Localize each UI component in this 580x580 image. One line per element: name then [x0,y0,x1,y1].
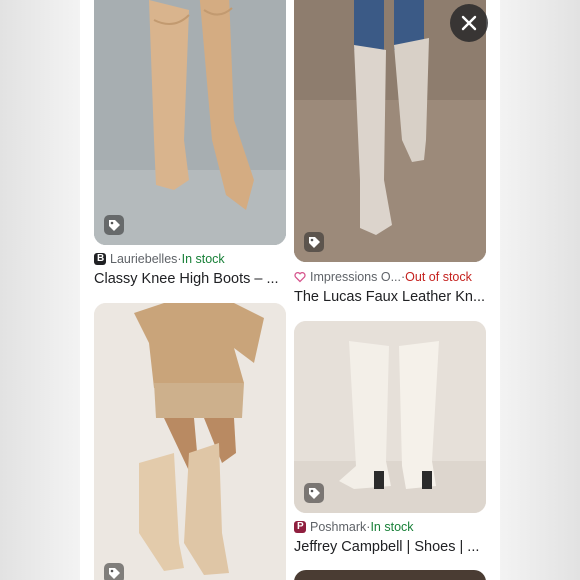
source-line: P Poshmark · In stock [294,520,414,534]
stock-status: In stock [181,252,225,266]
price-tag-icon [304,483,324,503]
price-tag-icon [304,232,324,252]
poshmark-logo-icon: P [294,521,306,533]
close-icon [461,15,477,31]
price-tag-icon [104,563,124,580]
product-image[interactable] [94,0,286,245]
product-title[interactable]: Classy Knee High Boots – ... [94,271,286,287]
source-line: Impressions O... · Out of stock [294,270,472,284]
results-grid: B Lauriebelles · In stock Classy Knee Hi… [80,0,500,580]
source-name[interactable]: Lauriebelles [110,252,177,266]
product-image[interactable] [294,570,486,580]
source-line: B Lauriebelles · In stock [94,252,225,266]
product-image[interactable] [294,0,486,262]
source-name[interactable]: Poshmark [310,520,366,534]
product-image[interactable] [94,303,286,580]
stock-status: Out of stock [405,270,472,284]
lauriebelles-logo-icon: B [94,253,106,265]
close-button[interactable] [450,4,488,42]
left-blur-margin [0,0,80,580]
source-name[interactable]: Impressions O... [310,270,401,284]
heart-icon [294,271,306,283]
product-image[interactable] [294,321,486,513]
product-title[interactable]: Jeffrey Campbell | Shoes | ... [294,539,486,555]
price-tag-icon [104,215,124,235]
product-title[interactable]: The Lucas Faux Leather Kn... [294,289,486,305]
right-blur-margin [500,0,580,580]
stock-status: In stock [370,520,414,534]
